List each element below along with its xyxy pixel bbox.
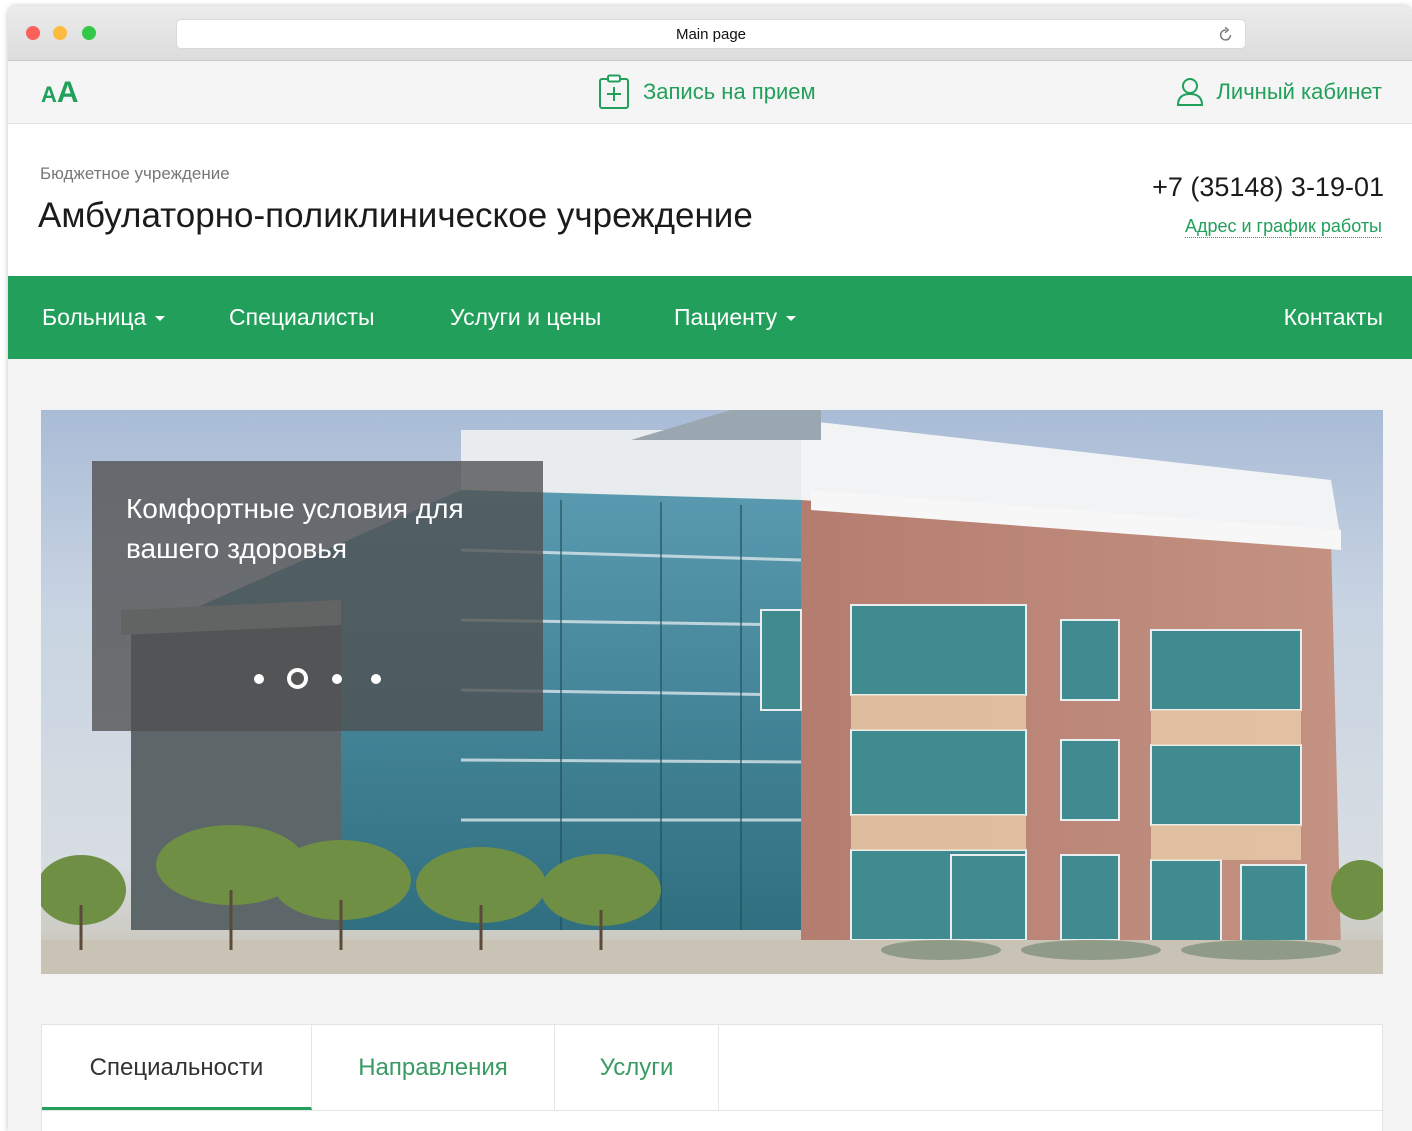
nav-item-specialists[interactable]: Специалисты	[229, 276, 375, 359]
nav-item-patient[interactable]: Пациенту	[674, 276, 797, 359]
minimize-window-button[interactable]	[53, 26, 67, 40]
font-big-glyph: A	[56, 76, 79, 109]
org-name: Амбулаторно-поликлиническое учреждение	[38, 196, 753, 235]
browser-window: Main page AA Запись на прием Личный каби…	[8, 6, 1412, 1131]
cabinet-label: Личный кабинет	[1216, 79, 1382, 104]
tabs-card: Специальности Направления Услуги	[41, 1024, 1383, 1131]
main-nav: Больница Специалисты Услуги и цены Пацие…	[8, 276, 1412, 359]
nav-item-services-prices[interactable]: Услуги и цены	[450, 276, 601, 359]
nav-item-label: Контакты	[1283, 304, 1383, 330]
address-bar[interactable]: Main page	[176, 19, 1246, 49]
tab-services[interactable]: Услуги	[555, 1025, 719, 1110]
carousel-indicator-active[interactable]	[287, 668, 308, 689]
main-content: Комфортные условия для вашего здоровья С…	[8, 359, 1412, 1131]
font-small-glyph: A	[41, 82, 57, 107]
tab-label: Направления	[358, 1054, 508, 1081]
appointment-link[interactable]: Запись на прием	[598, 74, 816, 110]
nav-item-hospital[interactable]: Больница	[42, 276, 166, 359]
tab-label: Специальности	[89, 1054, 264, 1081]
org-type: Бюджетное учреждение	[40, 164, 230, 183]
nav-item-label: Пациенту	[674, 304, 778, 330]
hero-caption-box: Комфортные условия для вашего здоровья	[92, 461, 543, 731]
site-header: Бюджетное учреждение Амбулаторно-поликли…	[8, 124, 1412, 276]
caret-down-icon	[786, 316, 797, 322]
tab-specialties[interactable]: Специальности	[42, 1025, 312, 1110]
tab-directions[interactable]: Направления	[312, 1025, 555, 1110]
nav-item-label: Услуги и цены	[450, 304, 602, 330]
maximize-window-button[interactable]	[82, 26, 96, 40]
tabs-divider	[42, 1110, 1382, 1111]
reload-icon[interactable]	[1217, 26, 1235, 44]
page-title: Main page	[675, 26, 747, 43]
carousel-indicator[interactable]	[371, 674, 381, 684]
utility-bar: AA Запись на прием Личный кабинет	[8, 62, 1412, 124]
hero-carousel[interactable]: Комфортные условия для вашего здоровья	[41, 410, 1383, 974]
caret-down-icon	[155, 316, 166, 322]
address-schedule-link[interactable]: Адрес и график работы	[1184, 216, 1382, 238]
phone-number[interactable]: +7 (35148) 3-19-01	[1152, 172, 1384, 203]
user-icon	[1177, 78, 1204, 106]
appointment-label: Запись на прием	[643, 79, 816, 104]
nav-item-contacts[interactable]: Контакты	[1284, 276, 1383, 359]
font-size-toggle[interactable]: AA	[41, 76, 79, 110]
carousel-indicator[interactable]	[332, 674, 342, 684]
carousel-indicator[interactable]	[254, 674, 264, 684]
clipboard-plus-icon	[599, 74, 629, 109]
nav-item-label: Больница	[42, 304, 147, 330]
close-window-button[interactable]	[26, 26, 40, 40]
tab-label: Услуги	[599, 1054, 674, 1081]
personal-cabinet-link[interactable]: Личный кабинет	[1176, 74, 1382, 110]
nav-item-label: Специалисты	[229, 304, 375, 330]
browser-titlebar: Main page	[8, 6, 1412, 61]
hero-caption: Комфортные условия для вашего здоровья	[126, 493, 464, 564]
